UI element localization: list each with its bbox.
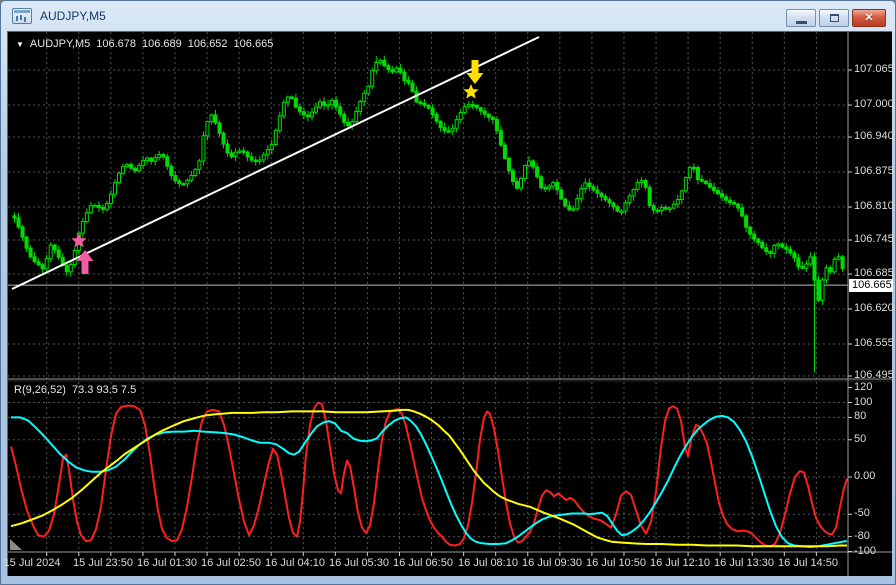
indicator-tick-label: 50: [854, 432, 867, 445]
header-high: 106.689: [142, 38, 182, 50]
time-tick-label: 16 Jul 14:50: [778, 557, 838, 569]
chart-window-icon: [12, 8, 32, 24]
price-tick-label: 107.065: [854, 63, 894, 75]
close-button[interactable]: ✕: [852, 9, 886, 27]
time-tick-label: 16 Jul 12:10: [650, 557, 710, 569]
minimize-button[interactable]: [786, 9, 816, 27]
close-icon: ✕: [864, 11, 874, 24]
indicator-header: R(9,26,52) 73.3 93.5 7.5: [14, 384, 136, 396]
price-tick-label: 106.745: [854, 233, 894, 245]
chart-canvas[interactable]: [8, 32, 892, 576]
window-controls: ✕: [786, 9, 886, 27]
indicator-tick-label: 80: [854, 410, 867, 423]
indicator-tick-label: -80: [854, 529, 870, 542]
time-tick-label: 16 Jul 10:50: [586, 557, 646, 569]
chart-client-area[interactable]: ▼ AUDJPY,M5 106.678 106.689 106.652 106.…: [3, 31, 894, 576]
time-tick-label: 16 Jul 02:50: [201, 557, 261, 569]
price-tick-label: 107.000: [854, 98, 894, 110]
minimize-icon: [795, 20, 807, 24]
price-tick-label: 106.620: [854, 302, 894, 314]
indicator-values: 73.3 93.5 7.5: [71, 384, 137, 396]
titlebar[interactable]: AUDJPY,M5 ✕: [1, 1, 895, 31]
time-tick-label: 16 Jul 08:10: [458, 557, 518, 569]
restore-icon: [829, 14, 839, 22]
indicator-tick-label: 120: [854, 380, 873, 393]
price-tick-label: 106.495: [854, 369, 894, 381]
price-tick-label: 106.875: [854, 165, 894, 177]
header-low: 106.652: [187, 38, 228, 50]
header-symbol: AUDJPY,M5: [29, 38, 91, 50]
time-tick-label: 16 Jul 04:10: [265, 557, 325, 569]
time-tick-label: 16 Jul 13:30: [714, 557, 774, 569]
window-title: AUDJPY,M5: [40, 9, 106, 23]
time-tick-label: 16 Jul 09:30: [522, 557, 582, 569]
indicator-tick-label: 0.00: [854, 470, 876, 482]
restore-button[interactable]: [819, 9, 849, 27]
time-tick-label: 16 Jul 01:30: [137, 557, 197, 569]
time-tick-label: 16 Jul 05:30: [329, 557, 389, 569]
ohlc-header: ▼ AUDJPY,M5 106.678 106.689 106.652 106.…: [16, 38, 273, 50]
current-price-tag: 106.665: [849, 279, 893, 292]
indicator-name: R(9,26,52): [14, 384, 66, 396]
header-open: 106.678: [96, 38, 137, 50]
indicator-tick-label: -50: [854, 507, 870, 520]
collapse-arrow-icon[interactable]: ▼: [16, 40, 24, 49]
mt4-chart-window: AUDJPY,M5 ✕ ▼ AUDJPY,M5 106.678 106.689 …: [0, 0, 896, 585]
indicator-tick-label: -100: [854, 544, 877, 557]
price-tick-label: 106.810: [854, 200, 894, 212]
time-tick-label: 15 Jul 2024: [3, 557, 61, 569]
price-tick-label: 106.940: [854, 130, 894, 142]
price-tick-label: 106.555: [854, 337, 894, 349]
price-tick-label: 106.685: [854, 267, 894, 279]
time-tick-label: 16 Jul 06:50: [393, 557, 453, 569]
header-close: 106.665: [233, 38, 274, 50]
indicator-tick-label: 100: [854, 395, 873, 408]
time-tick-label: 15 Jul 23:50: [73, 557, 133, 569]
